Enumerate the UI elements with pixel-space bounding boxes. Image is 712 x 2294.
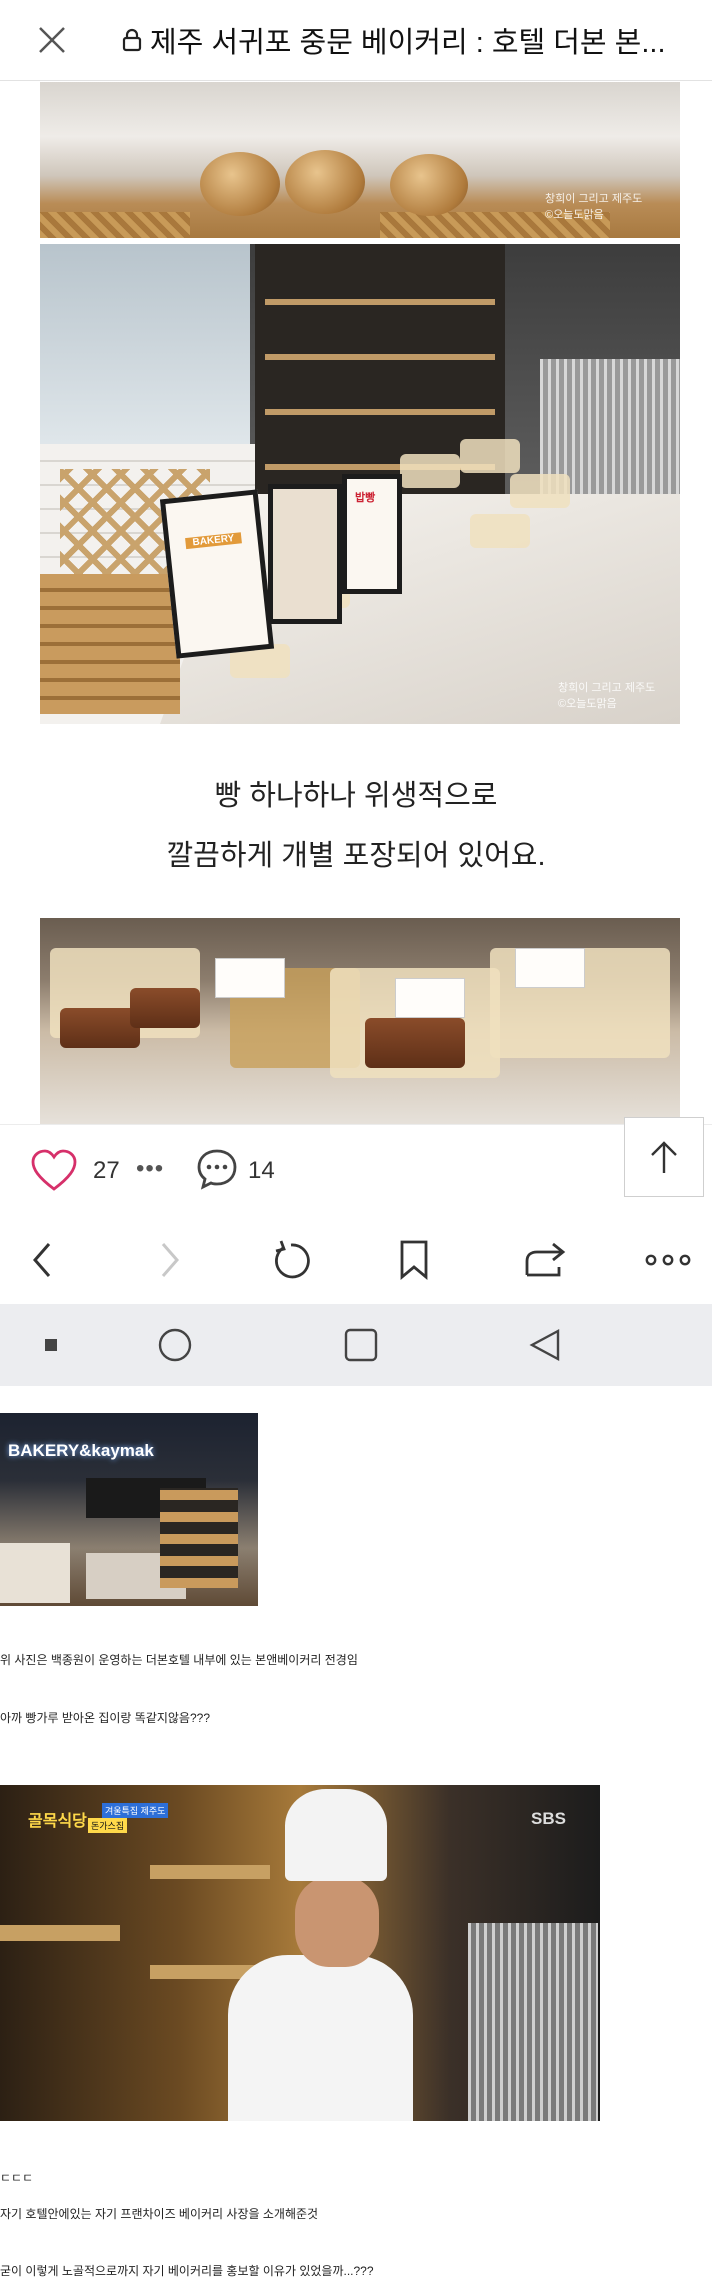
recents-button[interactable]: [26, 1320, 76, 1370]
reload-button[interactable]: [262, 1232, 318, 1288]
bakery-shop-photo: BAKERY 밥빵 창희이 그리고 제주도 ©오늘도맑음: [40, 244, 680, 724]
loaf-cake: [130, 988, 200, 1028]
share-button[interactable]: [518, 1232, 574, 1288]
shelf: [265, 299, 495, 305]
browser-toolbar: [0, 1214, 712, 1304]
shelf: [265, 409, 495, 415]
chevron-left-icon: [33, 1243, 51, 1277]
show-logo: 골목식당: [28, 1813, 87, 1830]
comment-button[interactable]: [195, 1147, 239, 1191]
home-icon: [158, 1328, 192, 1362]
triangle-back-icon: [529, 1328, 560, 1362]
loaf-cake: [365, 1018, 465, 1068]
post-text-line-4: 자기 호텔안에있는 자기 프랜차이즈 베이커리 사장을 소개해준것: [0, 2207, 319, 2221]
chef-body: [228, 1955, 413, 2121]
close-icon: [39, 27, 65, 53]
chef-hat: [285, 1789, 387, 1881]
counter: [0, 1543, 70, 1603]
bread-package: [460, 439, 520, 473]
top-bar: 제주 서귀포 중문 베이커리 : 호텔 더본 본...: [0, 0, 712, 81]
share-icon: [525, 1242, 566, 1277]
photo-watermark: 창희이 그리고 제주도 ©오늘도맑음: [558, 682, 656, 710]
price-card: [515, 948, 585, 988]
shelf: [0, 1925, 120, 1941]
shelf: [150, 1865, 270, 1879]
like-button[interactable]: [30, 1149, 78, 1193]
chef-face: [295, 1877, 379, 1967]
forward-button[interactable]: [142, 1232, 198, 1288]
like-count: 27: [93, 1157, 120, 1184]
scroll-top-button[interactable]: [624, 1117, 704, 1197]
wall-vent: [468, 1923, 598, 2121]
square-icon: [344, 1328, 378, 1362]
loaf-cake: [60, 1008, 140, 1048]
price-card: [215, 958, 285, 998]
post-text-line-5: 굳이 이렇게 노골적으로까지 자기 베이커리를 홍보할 이유가 있었을까...?…: [0, 2264, 374, 2278]
caption-line-2: 깔끔하게 개별 포장되어 있어요.: [166, 840, 546, 872]
bread-loaf: [285, 150, 365, 214]
more-options-button[interactable]: •••: [136, 1155, 164, 1183]
lock-icon: [122, 28, 142, 52]
window: [40, 244, 250, 444]
reaction-bar: 27 ••• 14: [0, 1124, 712, 1216]
menu-sign: [268, 484, 342, 624]
bread-package: [400, 454, 460, 488]
page-title: 제주 서귀포 중문 베이커리 : 호텔 더본 본...: [150, 27, 666, 59]
bookmark-button[interactable]: [386, 1232, 442, 1288]
bakery-storefront-photo: BAKERY&kaymak: [0, 1413, 258, 1606]
system-back-button[interactable]: [520, 1320, 570, 1370]
show-tag: 돈가스집: [88, 1818, 128, 1833]
post-text-line-1: 위 사진은 백종원이 운영하는 더본호텔 내부에 있는 본앤베이커리 전경임: [0, 1653, 358, 1667]
bread-loaf: [200, 152, 280, 216]
chef-tv-photo: 골목식당 겨울특집 제주도 돈가스집 SBS: [0, 1785, 600, 2121]
bread-shelf: [160, 1488, 238, 1588]
comment-count: 14: [248, 1157, 275, 1184]
back-button[interactable]: [14, 1232, 70, 1288]
comment-icon: [197, 1149, 237, 1190]
more-horizontal-icon: [645, 1254, 691, 1266]
bread-loaf: [390, 154, 468, 216]
bread-package: [510, 474, 570, 508]
close-button[interactable]: [22, 10, 82, 70]
bread-photo-top: 창희이 그리고 제주도 ©오늘도맑음: [40, 82, 680, 238]
bakery-sign-main: BAKERY: [159, 489, 275, 659]
overview-button[interactable]: [336, 1320, 386, 1370]
wrapped-bread-photo: [40, 918, 680, 1124]
system-navigation-bar: [0, 1304, 712, 1386]
post-text-line-2: 아까 빵가루 받아온 집이랑 똑같지않음???: [0, 1711, 210, 1725]
post-text-line-3: ㄷㄷㄷ: [0, 2171, 34, 2185]
sign-right-text: 밥빵: [355, 492, 376, 504]
bakery-sign-right: 밥빵: [342, 474, 402, 594]
recents-icon: [45, 1339, 57, 1351]
bread-package: [470, 514, 530, 548]
photo-watermark: 창희이 그리고 제주도 ©오늘도맑음: [545, 193, 643, 221]
bakery-sign-text: BAKERY&kaymak: [8, 1441, 154, 1460]
basket: [40, 212, 190, 238]
shelf: [265, 354, 495, 360]
title-wrap: 제주 서귀포 중문 베이커리 : 호텔 더본 본...: [122, 19, 710, 61]
tray-stack: [40, 574, 180, 714]
reload-icon: [275, 1240, 310, 1279]
show-tag: 겨울특집 제주도: [102, 1803, 169, 1818]
chevron-right-icon: [161, 1243, 179, 1277]
price-card: [395, 978, 465, 1018]
arrow-up-icon: [651, 1141, 677, 1173]
home-button[interactable]: [150, 1320, 200, 1370]
caption-line-1: 빵 하나하나 위생적으로: [214, 780, 498, 812]
heart-icon: [31, 1149, 77, 1191]
bookmark-icon: [400, 1240, 428, 1280]
menu-button[interactable]: [640, 1232, 696, 1288]
channel-logo: SBS: [531, 1809, 566, 1828]
sign-main-text: BAKERY: [185, 532, 242, 550]
